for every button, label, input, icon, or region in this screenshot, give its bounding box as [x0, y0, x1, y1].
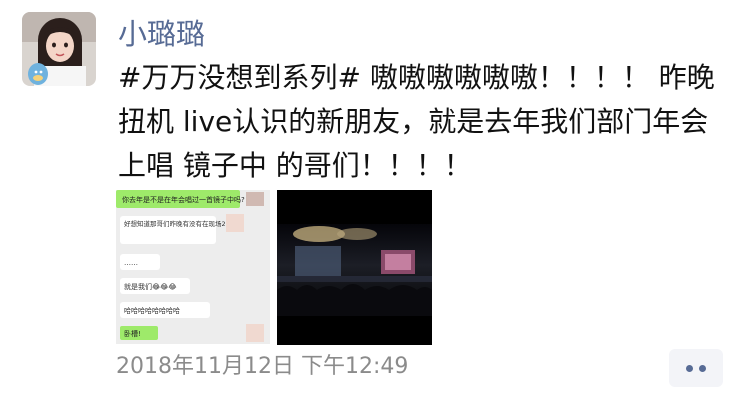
- chat-message-4: 就是我们😂😂😂: [124, 282, 177, 291]
- chat-message-6: 卧槽!: [124, 329, 141, 338]
- avatar-image: [22, 12, 96, 86]
- post-timestamp: 2018年11月12日 下午12:49: [116, 354, 409, 379]
- post-image-chat-screenshot[interactable]: 你去年是不是在年会唱过一首镜子中吗? 好想知道那哥们昨晚有没有在现场2333 ……: [116, 190, 270, 344]
- more-dots-icon: [699, 364, 706, 372]
- avatar[interactable]: [22, 12, 96, 86]
- chat-message-2: 好想知道那哥们昨晚有没有在现场2333: [124, 219, 238, 228]
- post-image-concert[interactable]: [277, 190, 432, 345]
- chat-message-5: 哈哈哈哈哈哈哈哈: [124, 306, 180, 315]
- chat-message-3: ……: [124, 259, 138, 267]
- chat-message-1: 你去年是不是在年会唱过一首镜子中吗?: [122, 195, 245, 204]
- more-actions-button[interactable]: [669, 349, 723, 387]
- post-text: #万万没想到系列# 嗷嗷嗷嗷嗷嗷！！！！ 昨晚扭机 live认识的新朋友，就是去…: [118, 61, 715, 182]
- author-name[interactable]: 小璐璐: [118, 14, 205, 54]
- more-dots-icon: [686, 364, 693, 372]
